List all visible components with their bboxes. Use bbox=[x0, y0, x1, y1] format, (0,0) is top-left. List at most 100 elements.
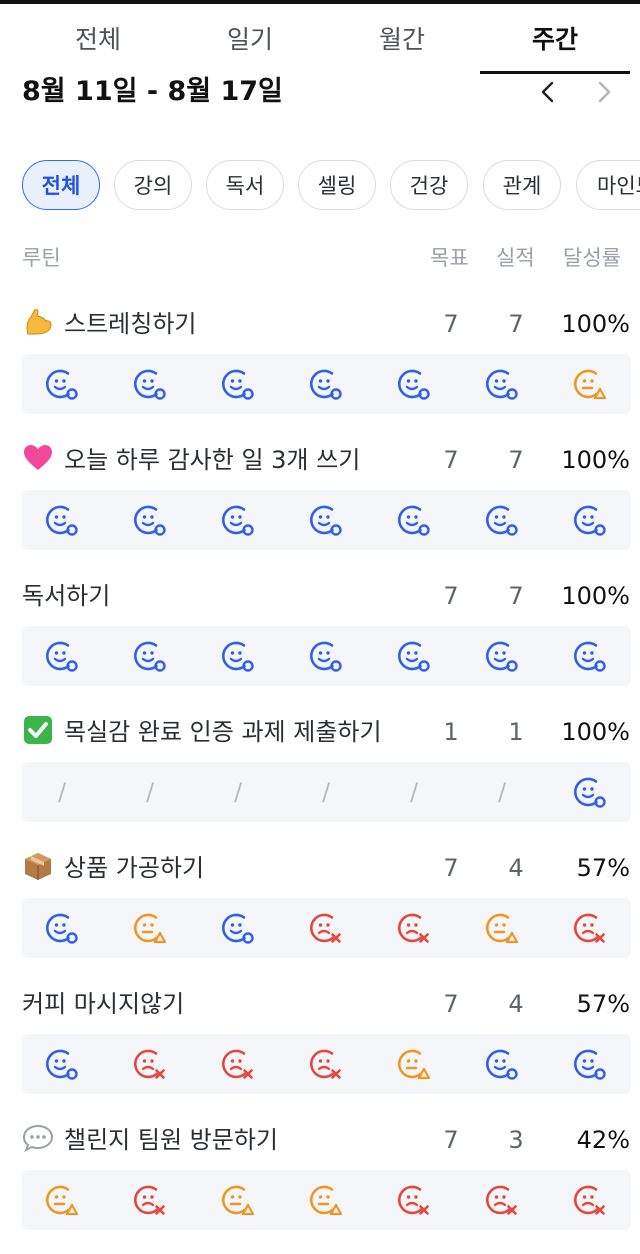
day-status-done[interactable] bbox=[470, 490, 530, 550]
smile-face-icon bbox=[485, 369, 518, 400]
day-status-missed[interactable] bbox=[470, 1170, 530, 1230]
routine-row[interactable]: 챌린지 팀원 방문하기 7 3 42% bbox=[0, 1118, 640, 1254]
day-status-partial[interactable] bbox=[470, 898, 530, 958]
neutral-face-icon bbox=[221, 1185, 255, 1216]
day-status-done[interactable] bbox=[558, 626, 618, 686]
day-status-done[interactable] bbox=[470, 354, 530, 414]
day-status-missed[interactable] bbox=[558, 898, 618, 958]
day-status-done[interactable] bbox=[206, 490, 266, 550]
day-status-done[interactable] bbox=[382, 490, 442, 550]
sad-face-icon bbox=[133, 1049, 165, 1079]
day-empty-slash: / bbox=[321, 778, 331, 806]
tab-monthly[interactable]: 월간 bbox=[326, 4, 478, 74]
day-status-done[interactable] bbox=[30, 354, 90, 414]
chip-lecture[interactable]: 강의 bbox=[114, 160, 192, 210]
chip-health[interactable]: 건강 bbox=[390, 160, 468, 210]
routine-row[interactable]: 목실감 완료 인증 과제 제출하기 1 1 100% / / / / / / bbox=[0, 710, 640, 846]
check-mark-button-icon bbox=[24, 716, 52, 744]
day-status-missed[interactable] bbox=[118, 1034, 178, 1094]
day-status-done[interactable] bbox=[470, 1034, 530, 1094]
routine-rate: 100% bbox=[561, 718, 630, 746]
tab-all[interactable]: 전체 bbox=[22, 4, 174, 74]
smile-face-icon bbox=[45, 913, 78, 944]
day-status-done[interactable] bbox=[294, 626, 354, 686]
weekday-strip bbox=[22, 1034, 631, 1094]
chevron-left-icon bbox=[541, 81, 554, 103]
day-status-missed[interactable] bbox=[206, 1034, 266, 1094]
day-status-done[interactable] bbox=[558, 490, 618, 550]
day-status-missed[interactable] bbox=[558, 1170, 618, 1230]
chip-reading[interactable]: 독서 bbox=[206, 160, 284, 210]
routine-goal: 1 bbox=[443, 718, 459, 746]
day-status-done[interactable] bbox=[30, 626, 90, 686]
chip-relation[interactable]: 관계 bbox=[483, 160, 561, 210]
day-empty-slash: / bbox=[57, 778, 67, 806]
smile-face-icon bbox=[221, 369, 254, 400]
smile-face-icon bbox=[309, 369, 342, 400]
routine-rate: 100% bbox=[561, 310, 630, 338]
sad-face-icon bbox=[485, 1185, 517, 1215]
sad-face-icon bbox=[397, 913, 429, 943]
day-status-missed[interactable] bbox=[294, 1034, 354, 1094]
day-status-partial[interactable] bbox=[30, 1170, 90, 1230]
tab-weekly[interactable]: 주간 bbox=[479, 4, 631, 74]
chip-selling[interactable]: 셀링 bbox=[298, 160, 376, 210]
day-status-done[interactable] bbox=[118, 354, 178, 414]
chip-all[interactable]: 전체 bbox=[22, 160, 100, 210]
smile-face-icon bbox=[45, 641, 78, 672]
weekday-strip bbox=[22, 626, 631, 686]
next-week-button[interactable] bbox=[586, 76, 622, 108]
day-empty-slash: / bbox=[409, 778, 419, 806]
smile-face-icon bbox=[133, 505, 166, 536]
day-status-done[interactable] bbox=[382, 626, 442, 686]
day-status-partial[interactable] bbox=[558, 354, 618, 414]
day-status-partial[interactable] bbox=[206, 1170, 266, 1230]
day-status-partial[interactable] bbox=[382, 1034, 442, 1094]
day-status-missed[interactable] bbox=[118, 1170, 178, 1230]
neutral-face-icon bbox=[397, 1049, 431, 1080]
prev-week-button[interactable] bbox=[530, 76, 566, 108]
routine-row[interactable]: 오늘 하루 감사한 일 3개 쓰기 7 7 100% bbox=[0, 438, 640, 574]
routine-actual: 3 bbox=[508, 1126, 524, 1154]
routine-row[interactable]: 독서하기 7 7 100% bbox=[0, 574, 640, 710]
day-status-partial[interactable] bbox=[294, 1170, 354, 1230]
routine-row[interactable]: 상품 가공하기 7 4 57% bbox=[0, 846, 640, 982]
routine-title: 스트레칭하기 bbox=[22, 302, 196, 346]
routine-actual: 1 bbox=[508, 718, 524, 746]
day-status-missed[interactable] bbox=[382, 898, 442, 958]
routine-title: 독서하기 bbox=[22, 574, 110, 618]
routine-row[interactable]: 스트레칭하기 7 7 100% bbox=[0, 302, 640, 438]
day-status-done[interactable] bbox=[118, 626, 178, 686]
day-status-done[interactable] bbox=[558, 762, 618, 822]
smile-face-icon bbox=[309, 641, 342, 672]
day-status-missed[interactable] bbox=[382, 1170, 442, 1230]
routine-actual: 7 bbox=[508, 446, 524, 474]
day-status-done[interactable] bbox=[118, 490, 178, 550]
day-status-done[interactable] bbox=[470, 626, 530, 686]
pink-heart-icon bbox=[24, 445, 52, 470]
day-status-done[interactable] bbox=[382, 354, 442, 414]
tab-diary[interactable]: 일기 bbox=[174, 4, 326, 74]
day-status-done[interactable] bbox=[206, 626, 266, 686]
smile-face-icon bbox=[133, 641, 166, 672]
day-status-partial[interactable] bbox=[118, 898, 178, 958]
day-status-done[interactable] bbox=[294, 490, 354, 550]
day-status-done[interactable] bbox=[30, 490, 90, 550]
day-status-done[interactable] bbox=[558, 1034, 618, 1094]
day-status-done[interactable] bbox=[30, 898, 90, 958]
table-header: 루틴 목표 실적 달성률 bbox=[22, 238, 632, 278]
smile-face-icon bbox=[133, 369, 166, 400]
routine-title-text: 챌린지 팀원 방문하기 bbox=[64, 1126, 278, 1154]
sad-face-icon bbox=[573, 1185, 605, 1215]
category-chips: 전체 강의 독서 셀링 건강 관계 마인드 bbox=[22, 160, 640, 214]
day-status-done[interactable] bbox=[206, 354, 266, 414]
day-status-done[interactable] bbox=[294, 354, 354, 414]
smile-face-icon bbox=[45, 369, 78, 400]
day-status-done[interactable] bbox=[30, 1034, 90, 1094]
routine-goal: 7 bbox=[443, 990, 459, 1018]
routine-row[interactable]: 커피 마시지않기 7 4 57% bbox=[0, 982, 640, 1118]
weekday-strip bbox=[22, 898, 631, 958]
day-status-missed[interactable] bbox=[294, 898, 354, 958]
chip-mind[interactable]: 마인드 bbox=[576, 160, 640, 210]
day-status-done[interactable] bbox=[206, 898, 266, 958]
